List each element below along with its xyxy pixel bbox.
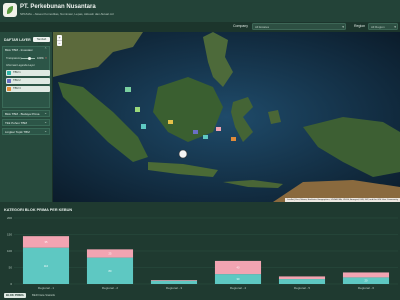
legend-title: Informasi Legenda Layer <box>6 64 35 67</box>
bar-segment[interactable] <box>150 280 198 284</box>
close-icon[interactable]: × <box>45 56 47 60</box>
footer-text: BER Data Statistik <box>32 293 56 297</box>
company-logo <box>3 3 17 17</box>
layer-section-budaya-prima[interactable]: Blok TBM - Budaya Prima ⌄ <box>2 110 50 117</box>
company-subtitle: SPASIAL - Aksesi Komoditas, Nominasi, Le… <box>20 12 114 16</box>
estate-marker[interactable] <box>125 87 131 92</box>
bar-data-label: 110 <box>44 264 49 268</box>
x-tick-label: Regional - 6 <box>358 286 375 290</box>
legend-item: TBM 3 <box>6 86 50 92</box>
legend-label: TBM 3 <box>13 87 21 90</box>
legend-swatch <box>7 87 11 91</box>
x-tick-label: Regional - 4 <box>230 286 247 290</box>
estate-marker[interactable] <box>135 107 140 112</box>
y-tick-label: 50 <box>9 266 13 270</box>
bar-segment[interactable] <box>278 279 326 284</box>
bar-segment[interactable] <box>150 280 198 281</box>
layer-section-title: Blok TBM - Budaya Prima <box>5 112 40 116</box>
app-header: PT. Perkebunan Nusantara SPASIAL - Akses… <box>0 0 400 23</box>
region-select[interactable]: All Region <box>368 23 398 31</box>
chevron-down-icon[interactable]: ⌄ <box>44 129 47 133</box>
y-tick-label: 0 <box>10 282 12 286</box>
estate-marker[interactable] <box>193 130 198 134</box>
legend-item: TBM 2 <box>6 78 50 84</box>
zoom-control: + − <box>57 35 62 46</box>
x-tick-label: Regional - 2 <box>102 286 119 290</box>
layer-section-title: Titik Pohon TBM <box>5 121 28 125</box>
company-select[interactable]: All Estates <box>252 23 346 31</box>
satellite-map[interactable]: Leaflet | Esri, Maxar, Earthstar Geograp… <box>53 32 400 202</box>
layer-section-titik-pohon[interactable]: Titik Pohon TBM ⌄ <box>2 119 50 126</box>
bar-segment[interactable] <box>342 272 390 278</box>
add-layer-button[interactable]: Tambah Layer <box>33 37 50 46</box>
filter-bar: Company All Estates Region All Region <box>0 22 400 32</box>
estate-marker[interactable] <box>168 120 173 124</box>
layer-panel-title: DAFTAR LAYER <box>4 38 31 42</box>
transparency-slider[interactable] <box>21 57 35 60</box>
estate-marker[interactable] <box>203 135 208 139</box>
estate-marker[interactable] <box>216 127 221 131</box>
layer-section-lingkar-topik[interactable]: Lingkar Topik TBM ⌄ <box>2 128 50 135</box>
map-attribution: Leaflet | Esri, Maxar, Earthstar Geograp… <box>285 198 400 202</box>
bar-chart: 05010015020011035Regional - 18025Regiona… <box>7 216 398 290</box>
estate-marker[interactable] <box>231 137 236 141</box>
legend-label: TBM 2 <box>13 79 21 82</box>
zoom-out-button[interactable]: − <box>57 40 62 46</box>
chevron-down-icon[interactable]: ⌄ <box>44 120 47 124</box>
x-tick-label: Regional - 5 <box>294 286 311 290</box>
layer-section-investasi[interactable]: Blok TBM - Investasi ⌃ Transparency 100%… <box>2 46 50 108</box>
y-tick-label: 200 <box>7 216 12 220</box>
bar-segment[interactable] <box>278 276 326 280</box>
x-tick-label: Regional - 1 <box>38 286 55 290</box>
transparency-value: 100% <box>37 57 44 60</box>
region-filter-label: Region <box>354 24 366 28</box>
chevron-up-icon[interactable]: ⌃ <box>44 47 47 51</box>
map-imagery <box>53 32 400 202</box>
chevron-down-icon[interactable]: ⌄ <box>44 111 47 115</box>
legend-swatch <box>7 71 11 75</box>
location-pin-icon[interactable] <box>178 149 188 159</box>
footer-badge[interactable]: BLOK PRIMA <box>4 293 26 298</box>
transparency-label: Transparency <box>6 57 22 60</box>
layer-section-title: Blok TBM - Investasi <box>5 48 33 52</box>
legend-item: TBM 1 <box>6 70 50 76</box>
x-tick-label: Regional - 3 <box>166 286 183 290</box>
legend-swatch <box>7 79 11 83</box>
layer-panel: DAFTAR LAYER Tambah Layer Blok TBM - Inv… <box>0 32 53 202</box>
chart-container: 0 50 100 150 200 110 35 Regional - 1 80 25 Regiona… <box>0 214 400 294</box>
y-tick-label: 150 <box>7 233 12 237</box>
chart-title: KATEGORI BLOK PRIMA PER KEBUN <box>4 208 73 212</box>
layer-section-title: Lingkar Topik TBM <box>5 130 30 134</box>
legend-label: TBM 1 <box>13 71 21 74</box>
y-tick-label: 100 <box>7 249 12 253</box>
company-filter-label: Company <box>233 24 248 28</box>
estate-marker[interactable] <box>141 124 146 129</box>
slider-handle[interactable] <box>28 57 31 60</box>
company-title: PT. Perkebunan Nusantara <box>20 4 96 10</box>
